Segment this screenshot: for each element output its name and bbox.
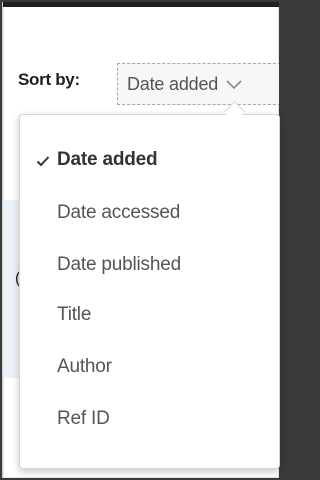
menu-item-ref-id[interactable]: Ref ID (20, 399, 279, 439)
menu-item-title[interactable]: Title (20, 295, 279, 335)
menu-item-label: Title (57, 304, 92, 325)
sort-by-label: Sort by: (18, 70, 80, 89)
menu-item-author[interactable]: Author (20, 347, 279, 387)
window-top-edge (3, 2, 279, 7)
menu-item-label: Date added (57, 149, 158, 170)
menu-item-date-published[interactable]: Date published (20, 245, 279, 285)
sort-options-menu: Date added Date accessed Date published … (19, 114, 280, 469)
menu-item-label: Ref ID (57, 408, 110, 429)
sort-select-dropdown[interactable]: Date added (117, 63, 279, 105)
menu-item-label: Date accessed (57, 202, 181, 223)
checkmark-icon (36, 152, 50, 167)
menu-item-label: Date published (57, 254, 181, 275)
menu-item-label: Author (57, 356, 112, 377)
chevron-down-icon (225, 77, 243, 91)
sort-selected-value: Date added (127, 73, 219, 94)
menu-item-date-added[interactable]: Date added (20, 140, 279, 180)
menu-item-date-accessed[interactable]: Date accessed (20, 193, 279, 233)
